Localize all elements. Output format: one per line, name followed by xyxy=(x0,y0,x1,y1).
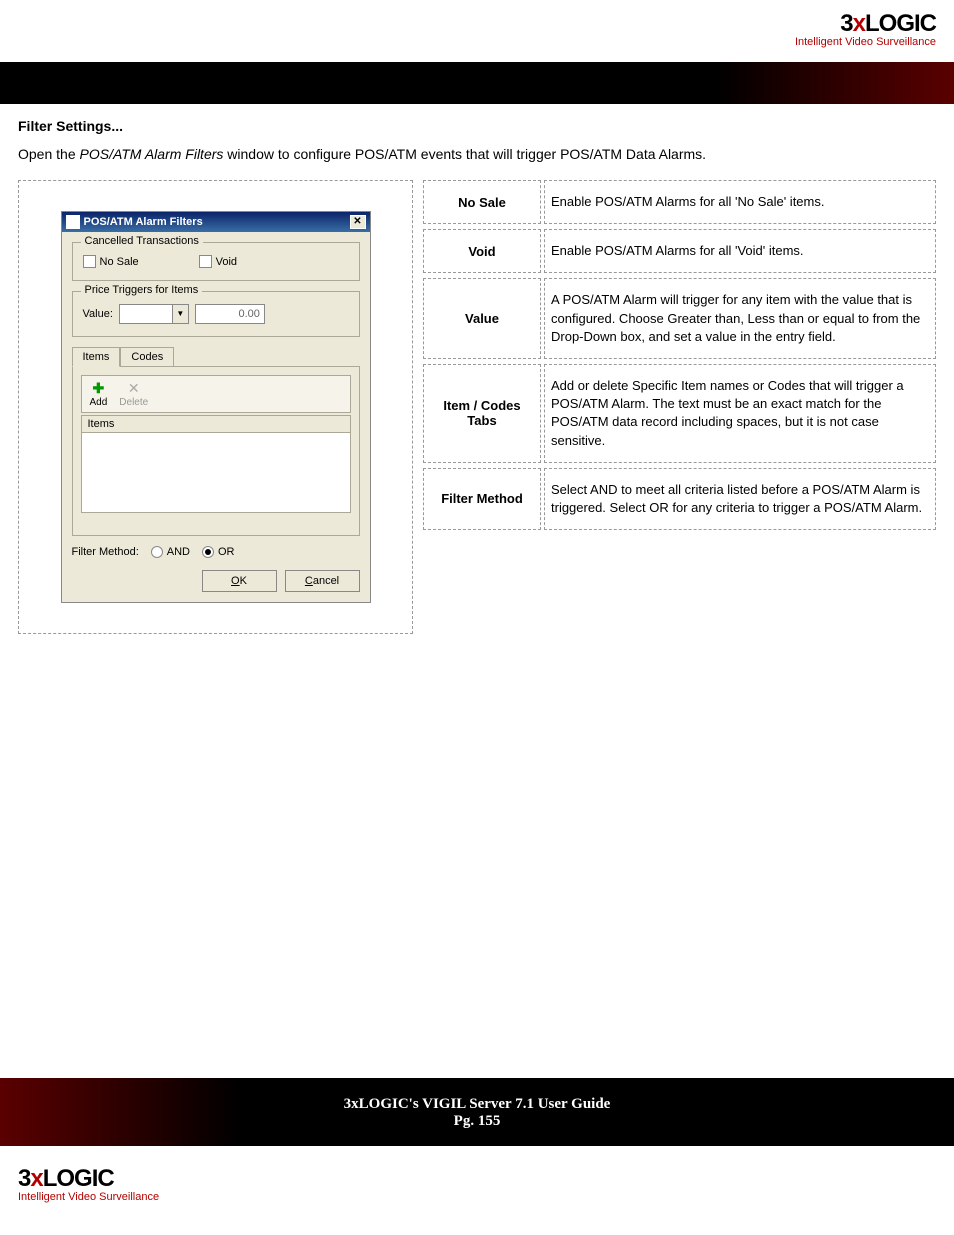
header-bar xyxy=(0,62,954,104)
price-fieldset: Price Triggers for Items Value: ▼ 0.00 xyxy=(72,291,360,337)
row-text: Enable POS/ATM Alarms for all 'Void' ite… xyxy=(544,229,936,273)
plus-icon: ✚ xyxy=(93,380,105,397)
items-list[interactable] xyxy=(81,433,351,513)
description-table: No Sale Enable POS/ATM Alarms for all 'N… xyxy=(423,180,936,634)
tab-content: ✚ Add ✕ Delete Items xyxy=(72,366,360,536)
footer-bar: 3xLOGIC's VIGIL Server 7.1 User Guide Pg… xyxy=(0,1078,954,1146)
or-radio[interactable] xyxy=(202,546,214,558)
logo-x: x xyxy=(853,10,865,37)
no-sale-checkbox[interactable] xyxy=(83,255,96,268)
items-column-header: Items xyxy=(81,415,351,433)
cancelled-legend: Cancelled Transactions xyxy=(81,235,203,247)
footer-guide: 3xLOGIC's VIGIL Server 7.1 User Guide xyxy=(0,1096,954,1113)
dialog-screenshot-cell: POS/ATM Alarm Filters ✕ Cancelled Transa… xyxy=(18,180,413,634)
tab-items[interactable]: Items xyxy=(72,347,121,367)
value-operator-dropdown[interactable]: ▼ xyxy=(119,304,189,324)
row-text: Enable POS/ATM Alarms for all 'No Sale' … xyxy=(544,180,936,224)
ok-button[interactable]: OK xyxy=(202,570,277,592)
footer-page: Pg. 155 xyxy=(0,1113,954,1130)
void-label: Void xyxy=(216,256,237,268)
x-icon: ✕ xyxy=(128,380,140,397)
row-text: Add or delete Specific Item names or Cod… xyxy=(544,364,936,463)
chevron-down-icon: ▼ xyxy=(172,305,188,323)
row-label: Filter Method xyxy=(423,468,541,530)
header-logo: 3xLOGIC Intelligent Video Surveillance xyxy=(795,10,936,48)
price-legend: Price Triggers for Items xyxy=(81,284,203,296)
delete-button[interactable]: ✕ Delete xyxy=(119,380,148,408)
value-label: Value: xyxy=(83,308,113,320)
footer-logo: 3xLOGIC Intelligent Video Surveillance xyxy=(18,1165,159,1203)
and-label: AND xyxy=(167,546,190,558)
logo-tagline: Intelligent Video Surveillance xyxy=(795,36,936,48)
logo-logic: LOGIC xyxy=(865,10,936,37)
and-radio[interactable] xyxy=(151,546,163,558)
pos-atm-dialog: POS/ATM Alarm Filters ✕ Cancelled Transa… xyxy=(61,211,371,603)
dialog-icon xyxy=(66,215,80,229)
intro-text: Open the POS/ATM Alarm Filters window to… xyxy=(18,146,936,162)
close-button[interactable]: ✕ xyxy=(350,215,366,229)
tab-codes[interactable]: Codes xyxy=(120,347,174,367)
row-label: No Sale xyxy=(423,180,541,224)
filter-method-label: Filter Method: xyxy=(72,546,139,558)
dialog-titlebar: POS/ATM Alarm Filters ✕ xyxy=(62,212,370,232)
dialog-title: POS/ATM Alarm Filters xyxy=(84,216,203,228)
cancelled-fieldset: Cancelled Transactions No Sale Void xyxy=(72,242,360,281)
void-checkbox[interactable] xyxy=(199,255,212,268)
row-label: Void xyxy=(423,229,541,273)
add-button[interactable]: ✚ Add xyxy=(90,380,108,408)
logo-3: 3 xyxy=(840,10,852,37)
or-label: OR xyxy=(218,546,235,558)
row-label: Item / Codes Tabs xyxy=(423,364,541,463)
value-input[interactable]: 0.00 xyxy=(195,304,265,324)
row-text: Select AND to meet all criteria listed b… xyxy=(544,468,936,530)
row-label: Value xyxy=(423,278,541,359)
section-title: Filter Settings... xyxy=(18,118,936,134)
row-text: A POS/ATM Alarm will trigger for any ite… xyxy=(544,278,936,359)
no-sale-label: No Sale xyxy=(100,256,139,268)
cancel-button[interactable]: Cancel xyxy=(285,570,360,592)
